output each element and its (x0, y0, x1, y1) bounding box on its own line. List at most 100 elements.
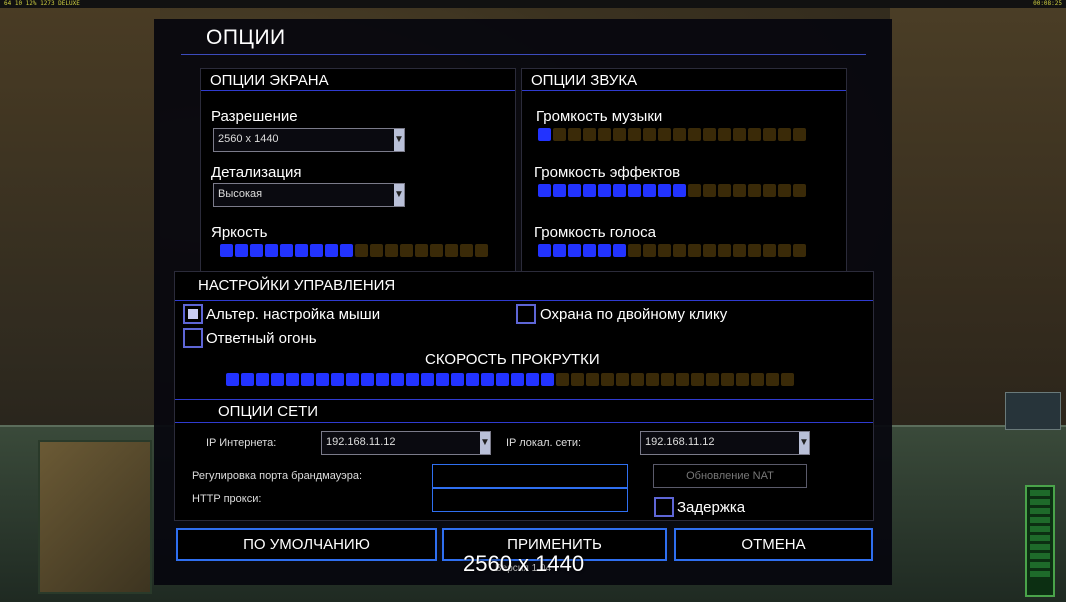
slider-segment[interactable] (391, 373, 404, 386)
slider-segment[interactable] (688, 244, 701, 257)
default-button[interactable]: ПО УМОЛЧАНИЮ (176, 528, 437, 561)
slider-segment[interactable] (556, 373, 569, 386)
slider-segment[interactable] (271, 373, 284, 386)
slider-segment[interactable] (733, 128, 746, 141)
slider-segment[interactable] (703, 244, 716, 257)
slider-segment[interactable] (778, 184, 791, 197)
slider-segment[interactable] (286, 373, 299, 386)
cancel-button[interactable]: ОТМЕНА (674, 528, 873, 561)
slider-segment[interactable] (553, 244, 566, 257)
slider-segment[interactable] (781, 373, 794, 386)
slider-segment[interactable] (703, 128, 716, 141)
slider-segment[interactable] (676, 373, 689, 386)
slider-segment[interactable] (706, 373, 719, 386)
scroll-speed-slider[interactable] (226, 373, 794, 386)
slider-segment[interactable] (466, 373, 479, 386)
slider-segment[interactable] (721, 373, 734, 386)
slider-segment[interactable] (733, 244, 746, 257)
slider-segment[interactable] (763, 128, 776, 141)
slider-segment[interactable] (511, 373, 524, 386)
slider-segment[interactable] (748, 128, 761, 141)
slider-segment[interactable] (406, 373, 419, 386)
effects-volume-slider[interactable] (538, 184, 806, 197)
slider-segment[interactable] (361, 373, 374, 386)
slider-segment[interactable] (400, 244, 413, 257)
slider-segment[interactable] (748, 244, 761, 257)
chevron-down-icon[interactable]: ▼ (394, 129, 404, 151)
slider-segment[interactable] (613, 128, 626, 141)
slider-segment[interactable] (718, 184, 731, 197)
slider-segment[interactable] (583, 128, 596, 141)
slider-segment[interactable] (340, 244, 353, 257)
chevron-down-icon[interactable]: ▼ (394, 184, 404, 206)
slider-segment[interactable] (436, 373, 449, 386)
slider-segment[interactable] (568, 128, 581, 141)
slider-segment[interactable] (526, 373, 539, 386)
slider-segment[interactable] (658, 184, 671, 197)
update-nat-button[interactable]: Обновление NAT (653, 464, 807, 488)
music-volume-slider[interactable] (538, 128, 806, 141)
slider-segment[interactable] (736, 373, 749, 386)
slider-segment[interactable] (601, 373, 614, 386)
slider-segment[interactable] (793, 184, 806, 197)
slider-segment[interactable] (793, 128, 806, 141)
slider-segment[interactable] (631, 373, 644, 386)
double-click-guard-checkbox[interactable] (516, 304, 536, 324)
slider-segment[interactable] (583, 244, 596, 257)
slider-segment[interactable] (415, 244, 428, 257)
slider-segment[interactable] (733, 184, 746, 197)
slider-segment[interactable] (673, 184, 686, 197)
slider-segment[interactable] (658, 244, 671, 257)
slider-segment[interactable] (346, 373, 359, 386)
slider-segment[interactable] (241, 373, 254, 386)
slider-segment[interactable] (430, 244, 443, 257)
slider-segment[interactable] (295, 244, 308, 257)
minimap[interactable] (38, 440, 152, 594)
firewall-port-input[interactable] (432, 464, 628, 488)
alt-mouse-checkbox[interactable] (183, 304, 203, 324)
detail-select[interactable]: Высокая ▼ (213, 183, 405, 207)
resolution-select[interactable]: 2560 x 1440 ▼ (213, 128, 405, 152)
slider-segment[interactable] (265, 244, 278, 257)
slider-segment[interactable] (718, 244, 731, 257)
slider-segment[interactable] (331, 373, 344, 386)
slider-segment[interactable] (628, 128, 641, 141)
slider-segment[interactable] (496, 373, 509, 386)
slider-segment[interactable] (598, 244, 611, 257)
slider-segment[interactable] (235, 244, 248, 257)
brightness-slider[interactable] (220, 244, 488, 257)
slider-segment[interactable] (571, 373, 584, 386)
slider-segment[interactable] (538, 244, 551, 257)
slider-segment[interactable] (220, 244, 233, 257)
slider-segment[interactable] (643, 128, 656, 141)
delay-checkbox[interactable] (654, 497, 674, 517)
slider-segment[interactable] (385, 244, 398, 257)
slider-segment[interactable] (763, 244, 776, 257)
slider-segment[interactable] (538, 128, 551, 141)
chevron-down-icon[interactable]: ▼ (480, 432, 490, 454)
slider-segment[interactable] (250, 244, 263, 257)
slider-segment[interactable] (598, 128, 611, 141)
slider-segment[interactable] (316, 373, 329, 386)
slider-segment[interactable] (766, 373, 779, 386)
slider-segment[interactable] (628, 244, 641, 257)
slider-segment[interactable] (673, 128, 686, 141)
slider-segment[interactable] (598, 184, 611, 197)
slider-segment[interactable] (568, 184, 581, 197)
slider-segment[interactable] (748, 184, 761, 197)
slider-segment[interactable] (280, 244, 293, 257)
http-proxy-input[interactable] (432, 488, 628, 512)
slider-segment[interactable] (481, 373, 494, 386)
slider-segment[interactable] (616, 373, 629, 386)
slider-segment[interactable] (691, 373, 704, 386)
slider-segment[interactable] (370, 244, 383, 257)
slider-segment[interactable] (301, 373, 314, 386)
slider-segment[interactable] (793, 244, 806, 257)
slider-segment[interactable] (778, 128, 791, 141)
slider-segment[interactable] (421, 373, 434, 386)
slider-segment[interactable] (658, 128, 671, 141)
slider-segment[interactable] (445, 244, 458, 257)
slider-segment[interactable] (568, 244, 581, 257)
slider-segment[interactable] (643, 244, 656, 257)
slider-segment[interactable] (541, 373, 554, 386)
